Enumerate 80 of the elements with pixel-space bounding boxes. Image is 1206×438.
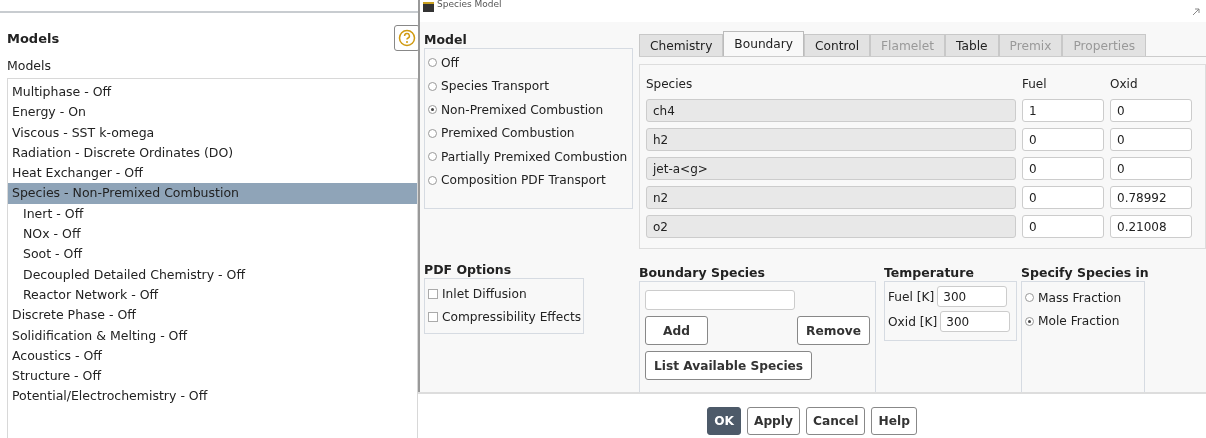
oxid-field[interactable]: 0.78992 [1110, 186, 1192, 209]
dialog-title: Species Model [437, 0, 502, 10]
group-title: Boundary Species [639, 264, 766, 281]
radio-button[interactable] [428, 105, 437, 115]
dialog-button[interactable]: Help [871, 407, 917, 435]
list-item[interactable]: Reactor Network - Off [8, 284, 417, 306]
species-cell: h2 [646, 128, 1016, 151]
list-item[interactable]: Discrete Phase - Off [8, 305, 417, 326]
species-cell: o2 [646, 215, 1016, 238]
list-item[interactable]: Potential/Electrochemistry - Off [8, 386, 417, 407]
radio-button[interactable] [428, 128, 437, 138]
option-label: Inlet Diffusion [442, 286, 527, 301]
list-item[interactable]: Viscous - SST k-omega [8, 122, 417, 143]
species-cell: jet-a<g> [646, 157, 1016, 180]
list-item[interactable]: Decoupled Detailed Chemistry - Off [8, 264, 417, 285]
field-label: Oxid [K] [888, 314, 938, 329]
group-title: PDF Options [424, 261, 513, 278]
panel-title: Models [7, 30, 60, 46]
option-label: Non-Premixed Combustion [441, 102, 604, 117]
oxid-field[interactable]: 0 [1110, 128, 1192, 151]
option-label: Off [441, 55, 459, 70]
list-item[interactable]: Soot - Off [8, 244, 417, 265]
radio-button[interactable] [428, 175, 437, 185]
help-button[interactable] [394, 25, 420, 51]
oxid-field[interactable]: 0 [1110, 157, 1192, 180]
option-label: Mole Fraction [1038, 314, 1120, 329]
temperature-field[interactable]: 300 [940, 311, 1011, 332]
fuel-field[interactable]: 0 [1022, 128, 1104, 151]
radio-button[interactable] [1025, 293, 1034, 303]
list-species-button[interactable]: List Available Species [645, 351, 813, 380]
option-label: Compressibility Effects [442, 310, 582, 325]
option-label: Species Transport [441, 79, 549, 94]
radio-button[interactable] [1025, 316, 1034, 326]
radio-button[interactable] [428, 152, 437, 162]
list-item[interactable]: Multiphase - Off [8, 82, 417, 103]
fuel-field[interactable]: 0 [1022, 186, 1104, 209]
tab[interactable]: Boundary [723, 31, 805, 56]
checkbox[interactable] [428, 288, 438, 299]
fuel-field[interactable]: 1 [1022, 99, 1104, 122]
list-item[interactable]: Inert - Off [8, 203, 417, 225]
tab[interactable]: Control [804, 34, 871, 56]
oxid-field[interactable]: 0 [1110, 99, 1192, 122]
fuel-field[interactable]: 0 [1022, 157, 1104, 180]
list-item[interactable]: Acoustics - Off [8, 345, 417, 367]
tab[interactable]: Table [945, 34, 999, 56]
list-item[interactable]: Energy - On [8, 102, 417, 123]
temperature-field[interactable]: 300 [937, 286, 1008, 307]
app-icon [423, 2, 434, 12]
list-item[interactable]: Species - Non-Premixed Combustion [8, 183, 417, 204]
dialog-button[interactable]: Apply [746, 407, 800, 435]
remove-button[interactable]: Remove [797, 316, 870, 345]
oxid-field[interactable]: 0.21008 [1110, 215, 1192, 238]
radio-button[interactable] [428, 58, 437, 68]
list-label: Models [7, 58, 53, 73]
tab[interactable]: Chemistry [639, 34, 724, 56]
fuel-field[interactable]: 0 [1022, 215, 1104, 238]
option-label: Composition PDF Transport [441, 173, 606, 188]
column-header: Oxid [1110, 76, 1139, 93]
group-title: Temperature [884, 264, 975, 281]
resize-icon[interactable] [1192, 8, 1200, 16]
species-cell: n2 [646, 186, 1016, 209]
dialog-button[interactable]: Cancel [805, 407, 866, 435]
add-button[interactable]: Add [645, 316, 708, 345]
column-header: Species [646, 76, 694, 93]
column-header: Fuel [1022, 76, 1048, 93]
checkbox[interactable] [428, 312, 438, 323]
list-item[interactable]: Heat Exchanger - Off [8, 163, 417, 184]
option-label: Premixed Combustion [441, 126, 575, 141]
group-title: Model [424, 31, 468, 48]
radio-button[interactable] [428, 81, 437, 91]
dialog-button[interactable]: OK [707, 407, 741, 435]
input-field[interactable] [645, 290, 795, 310]
list-item[interactable]: Radiation - Discrete Ordinates (DO) [8, 142, 417, 164]
list-item[interactable]: Structure - Off [8, 366, 417, 387]
option-label: Partially Premixed Combustion [441, 149, 628, 164]
option-label: Mass Fraction [1038, 290, 1122, 305]
list-item[interactable]: NOx - Off [8, 224, 417, 245]
species-cell: ch4 [646, 99, 1016, 122]
list-item[interactable]: Solidification & Melting - Off [8, 325, 417, 346]
field-label: Fuel [K] [888, 289, 935, 304]
